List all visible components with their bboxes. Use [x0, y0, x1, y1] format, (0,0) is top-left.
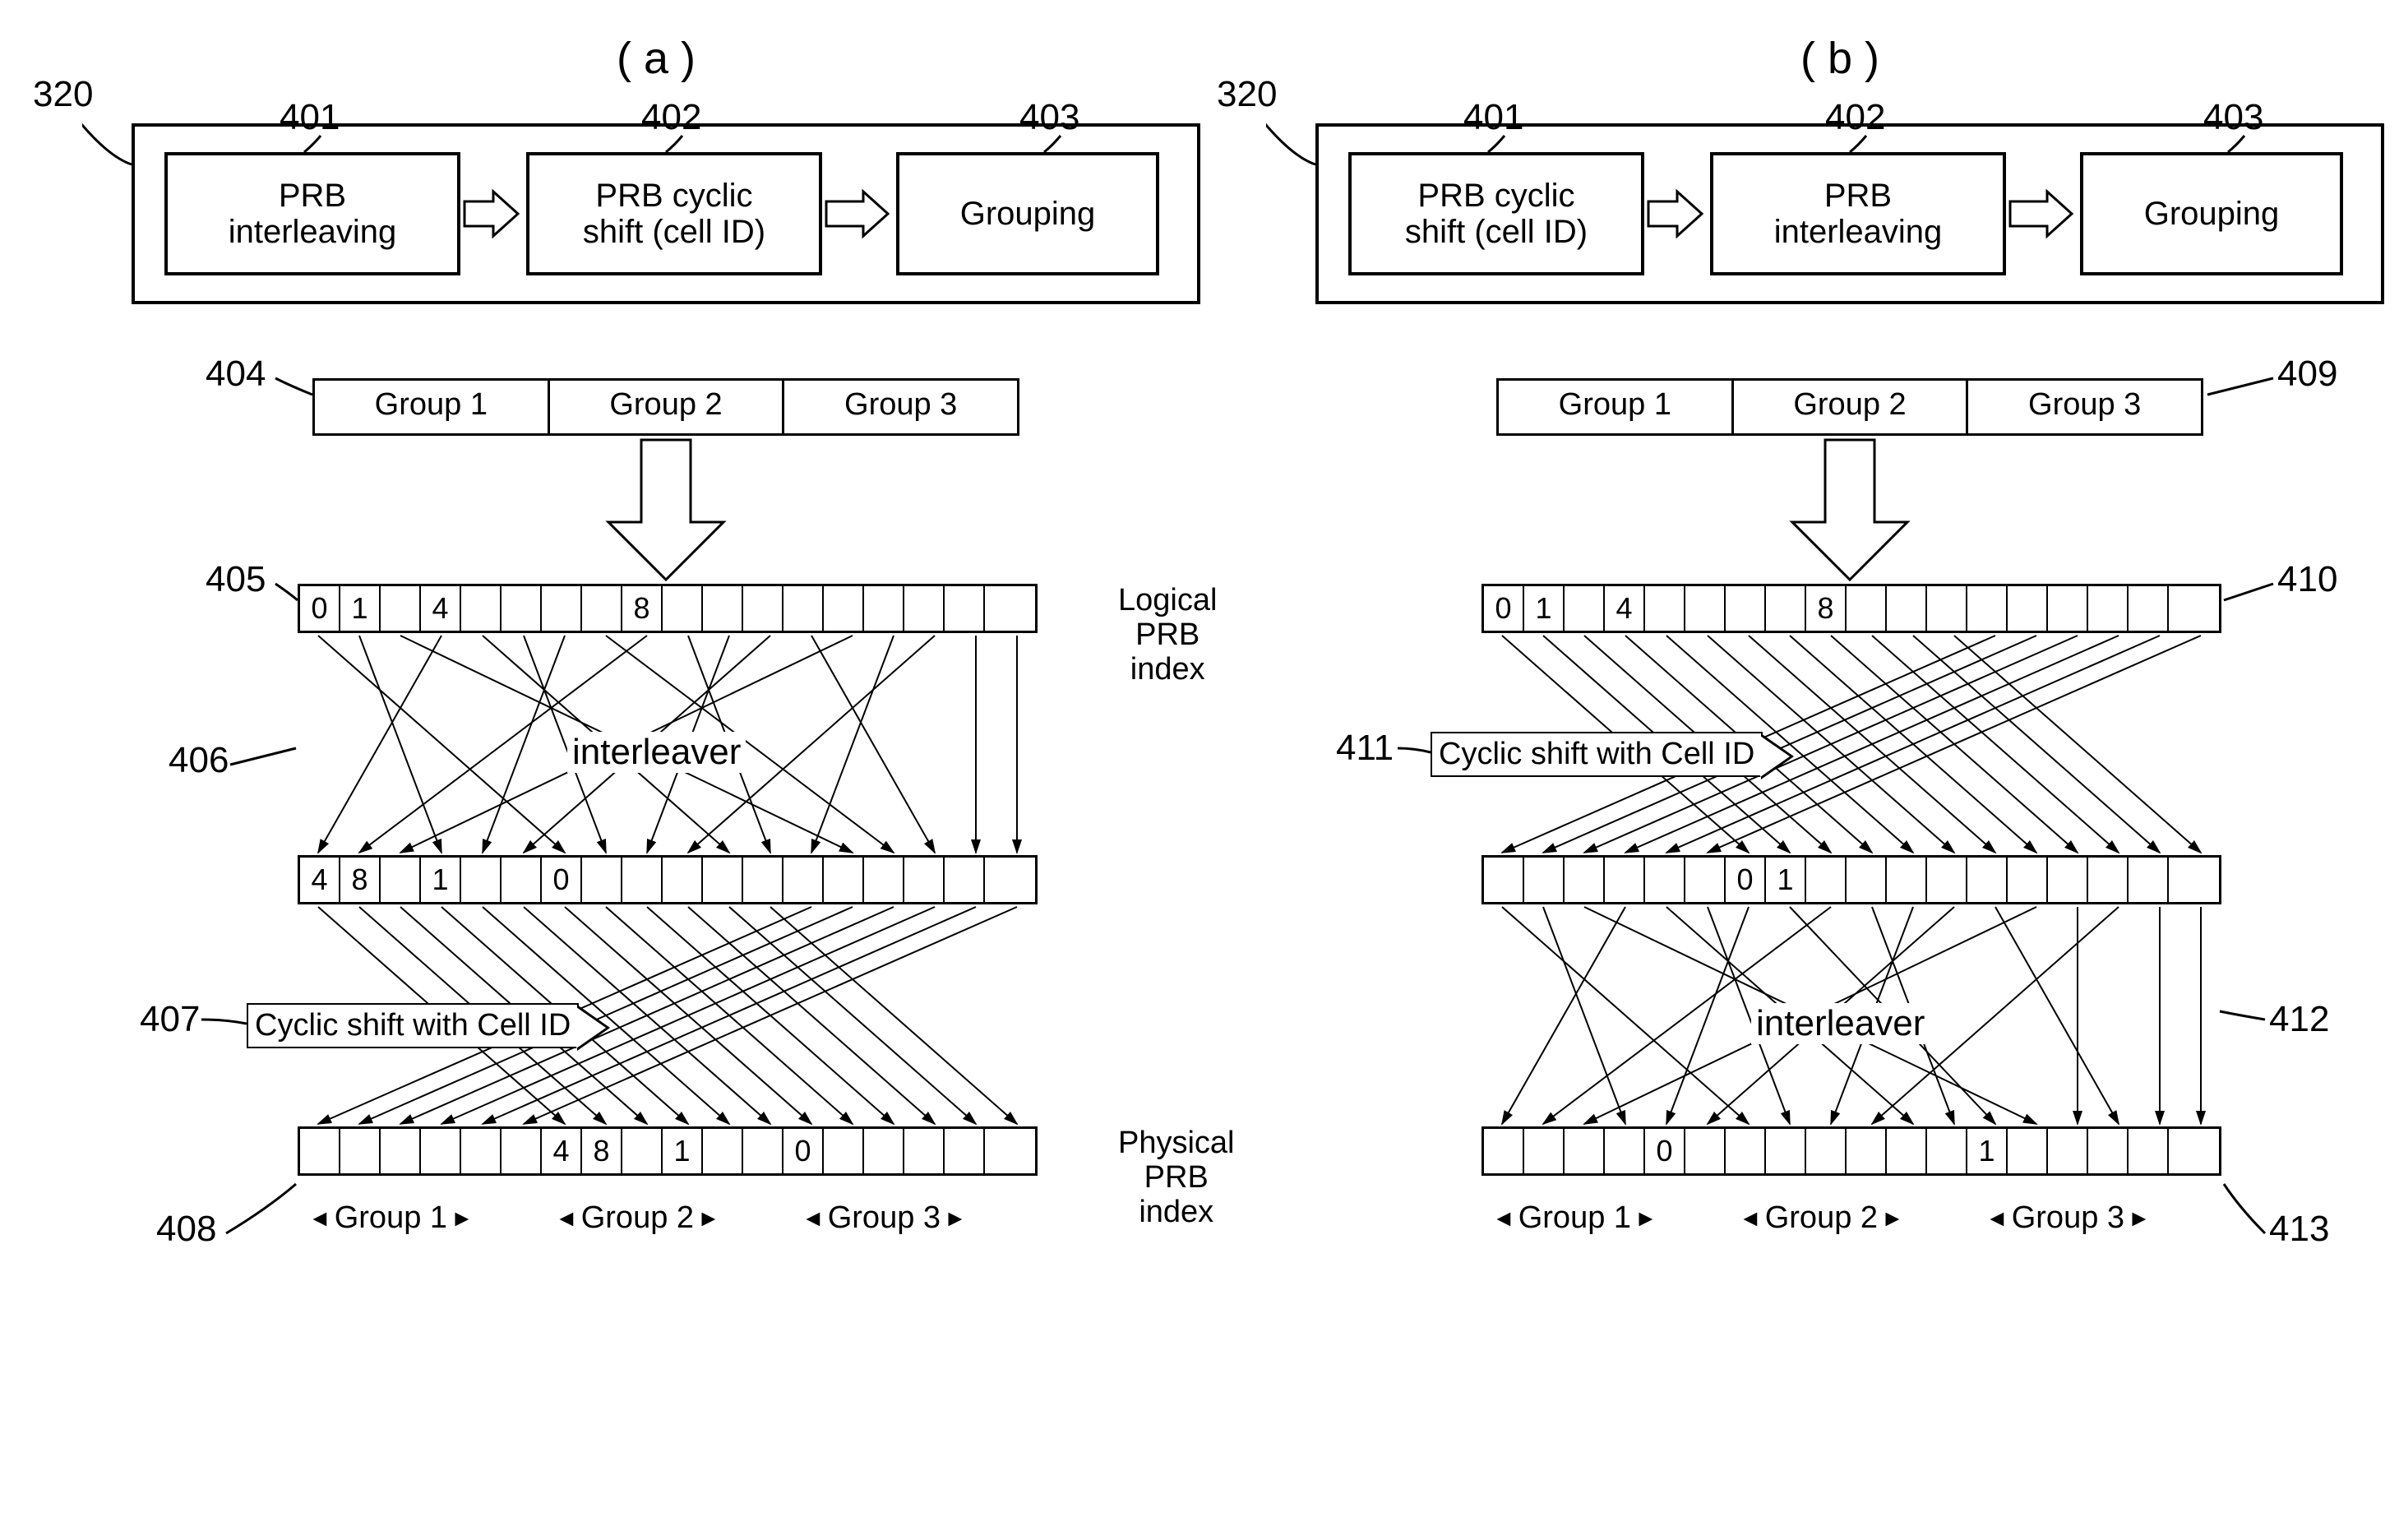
cyclic-shift-label-b: Cyclic shift with Cell ID	[1431, 732, 1763, 777]
ref-413: 413	[2269, 1209, 2329, 1250]
group1-range-b: Group 1	[1492, 1200, 1657, 1236]
physical-prb-row-a: 4 8 1 0	[298, 1126, 1038, 1176]
mid-prb-row-a: 4 8 1 0	[298, 855, 1038, 904]
box-prb-cyclic-shift-a: PRB cyclic shift (cell ID)	[526, 152, 822, 275]
subfig-a-label: ( a )	[617, 33, 696, 84]
ref-402-a: 402	[641, 97, 701, 138]
group3-cell: Group 3	[784, 381, 1017, 433]
group1-range-a: Group 1	[308, 1200, 474, 1236]
ref-320-b: 320	[1217, 74, 1277, 115]
group2-cell: Group 2	[550, 381, 785, 433]
subfig-b-label: ( b )	[1800, 33, 1879, 84]
ref-403-b: 403	[2203, 97, 2263, 138]
group3-range-b: Group 3	[1985, 1200, 2151, 1236]
box-prb-interleaving-b: PRB interleaving	[1710, 152, 2006, 275]
group2-cell-b: Group 2	[1734, 381, 1969, 433]
ref-401-b: 401	[1463, 97, 1523, 138]
box-prb-interleaving-a: PRB interleaving	[164, 152, 460, 275]
group1-cell: Group 1	[315, 381, 550, 433]
physical-prb-label: Physical PRB index	[1118, 1126, 1235, 1229]
ref-405: 405	[206, 559, 266, 600]
interleaver-label-a: interleaver	[567, 732, 746, 773]
physical-prb-row-b: 0 1	[1481, 1126, 2221, 1176]
group3-range-a: Group 3	[802, 1200, 967, 1236]
group2-range-b: Group 2	[1739, 1200, 1904, 1236]
group-row-a: Group 1 Group 2 Group 3	[312, 378, 1019, 436]
ref-407: 407	[140, 999, 200, 1040]
mid-prb-row-b: 0 1	[1481, 855, 2221, 904]
logical-prb-label: Logical PRB index	[1118, 584, 1217, 687]
box-prb-cyclic-shift-b: PRB cyclic shift (cell ID)	[1348, 152, 1644, 275]
ref-401-a: 401	[280, 97, 340, 138]
ref-409: 409	[2277, 354, 2337, 395]
ref-402-b: 402	[1825, 97, 1885, 138]
ref-408: 408	[156, 1209, 216, 1250]
ref-412: 412	[2269, 999, 2329, 1040]
group-row-b: Group 1 Group 2 Group 3	[1496, 378, 2203, 436]
ref-320-a: 320	[33, 74, 93, 115]
group3-cell-b: Group 3	[1968, 381, 2201, 433]
interleaver-label-b: interleaver	[1751, 1003, 1930, 1044]
group1-cell-b: Group 1	[1499, 381, 1734, 433]
box-grouping-b: Grouping	[2080, 152, 2343, 275]
box-grouping-a: Grouping	[896, 152, 1159, 275]
ref-411: 411	[1336, 728, 1394, 769]
ref-403-a: 403	[1019, 97, 1079, 138]
cyclic-shift-label-a: Cyclic shift with Cell ID	[247, 1003, 579, 1048]
ref-404: 404	[206, 354, 266, 395]
ref-406: 406	[169, 740, 229, 781]
group2-range-a: Group 2	[555, 1200, 720, 1236]
logical-prb-row-a: 0 1 4 8	[298, 584, 1038, 633]
logical-prb-row-b: 0 1 4 8	[1481, 584, 2221, 633]
ref-410: 410	[2277, 559, 2337, 600]
